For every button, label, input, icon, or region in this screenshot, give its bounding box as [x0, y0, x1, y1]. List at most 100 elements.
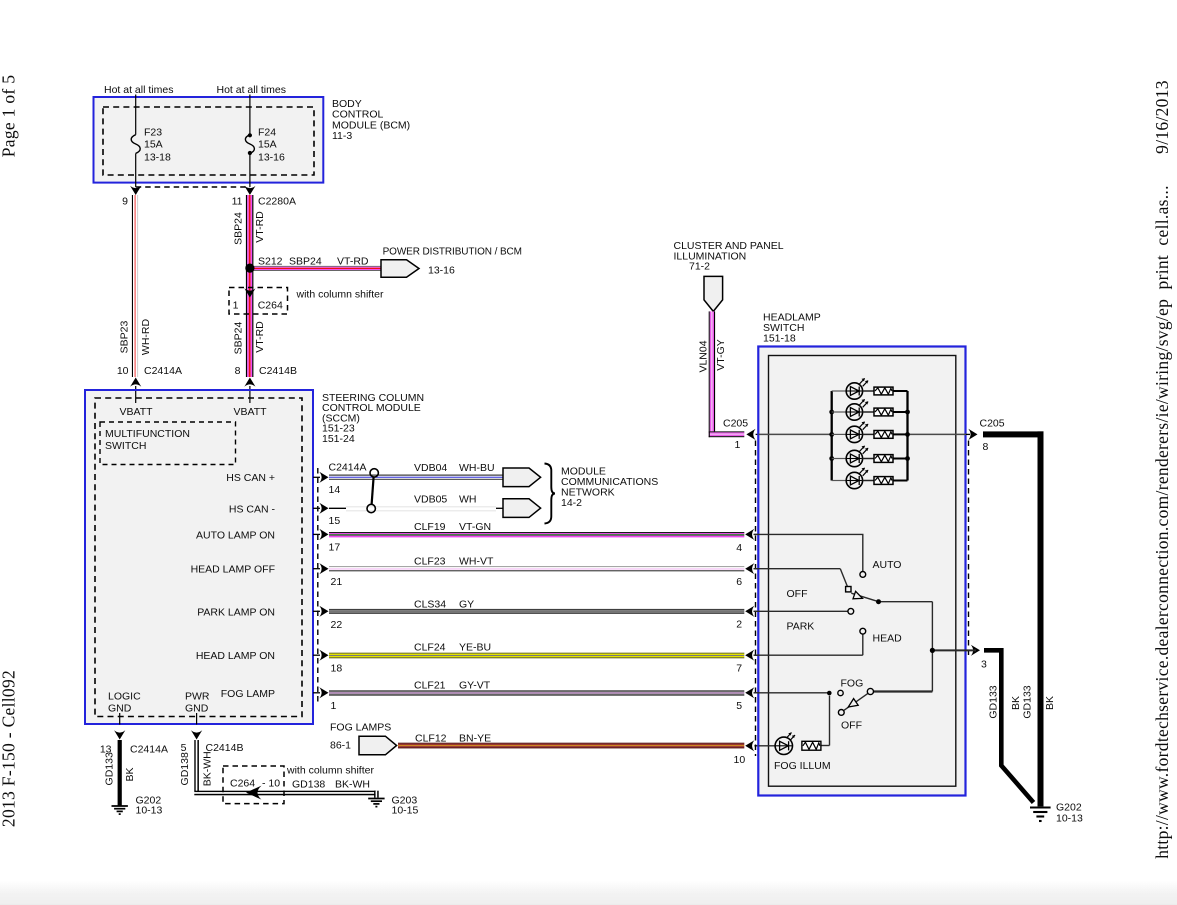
svg-text:OFF: OFF — [841, 720, 862, 732]
svg-text:C2414A: C2414A — [144, 365, 182, 377]
svg-text:PARK LAMP ON: PARK LAMP ON — [197, 606, 275, 618]
svg-text:C264: C264 — [258, 300, 283, 312]
svg-text:VT-GN: VT-GN — [459, 521, 491, 533]
svg-text:WH: WH — [459, 494, 477, 506]
svg-text:GY: GY — [459, 599, 474, 611]
svg-text:8: 8 — [983, 441, 989, 453]
svg-text:11: 11 — [232, 196, 243, 208]
svg-text:HEAD LAMP ON: HEAD LAMP ON — [196, 650, 275, 662]
svg-text:10: 10 — [117, 365, 129, 377]
svg-text:AUTO: AUTO — [873, 559, 902, 571]
svg-text:4: 4 — [736, 542, 742, 554]
svg-text:2013 F-150 - Cell092: 2013 F-150 - Cell092 — [0, 670, 19, 827]
svg-text:VBATT: VBATT — [233, 406, 267, 418]
svg-text:15: 15 — [329, 515, 341, 527]
svg-text:Page 1 of 5: Page 1 of 5 — [0, 75, 19, 158]
svg-text:9: 9 — [122, 196, 128, 208]
svg-text:LOGIC: LOGIC — [108, 691, 141, 703]
svg-text:14-2: 14-2 — [561, 497, 582, 509]
svg-text:13-18: 13-18 — [144, 152, 171, 164]
svg-text:7: 7 — [736, 663, 742, 675]
svg-text:GD138: GD138 — [292, 779, 325, 791]
svg-text:VBATT: VBATT — [119, 406, 153, 418]
svg-text:SWITCH: SWITCH — [105, 440, 146, 452]
svg-text:http://www.fordtechservice.dea: http://www.fordtechservice.dealerconnect… — [1152, 185, 1172, 859]
svg-text:Hot at all times: Hot at all times — [104, 84, 173, 96]
svg-text:F24: F24 — [258, 127, 276, 139]
svg-text:10: 10 — [734, 754, 746, 766]
svg-text:with column shifter: with column shifter — [286, 765, 374, 777]
svg-text:GD138: GD138 — [179, 752, 191, 785]
svg-text:18: 18 — [331, 663, 343, 675]
svg-text:AUTO LAMP ON: AUTO LAMP ON — [196, 529, 275, 541]
svg-text:71-2: 71-2 — [689, 261, 710, 273]
svg-text:C2414A: C2414A — [130, 744, 168, 756]
svg-text:PWR: PWR — [185, 691, 210, 703]
svg-text:151-18: 151-18 — [763, 333, 796, 345]
svg-text:86-1: 86-1 — [330, 740, 351, 752]
svg-text:VT-GY: VT-GY — [715, 339, 727, 371]
svg-text:GND: GND — [108, 703, 132, 715]
svg-text:Hot at all times: Hot at all times — [217, 84, 286, 96]
svg-text:17: 17 — [329, 542, 341, 554]
svg-text:VT-RD: VT-RD — [254, 321, 266, 353]
svg-text:POWER DISTRIBUTION / BCM: POWER DISTRIBUTION / BCM — [383, 246, 522, 257]
svg-text:WH-RD: WH-RD — [140, 319, 152, 356]
svg-text:VLN04: VLN04 — [698, 340, 710, 372]
svg-text:GY-VT: GY-VT — [459, 680, 491, 692]
svg-text:151-24: 151-24 — [322, 433, 355, 445]
svg-text:15A: 15A — [144, 139, 163, 151]
svg-text:15A: 15A — [258, 139, 277, 151]
svg-text:GD133: GD133 — [1022, 685, 1034, 718]
svg-text:CLF23: CLF23 — [414, 556, 446, 568]
svg-text:5: 5 — [736, 700, 742, 712]
svg-text:VDB05: VDB05 — [414, 494, 447, 506]
svg-text:FOG LAMPS: FOG LAMPS — [330, 722, 391, 734]
svg-text:FOG LAMP: FOG LAMP — [221, 688, 275, 700]
svg-text:C2414A: C2414A — [329, 462, 367, 474]
svg-text:BK: BK — [1044, 696, 1056, 710]
svg-text:1: 1 — [735, 439, 741, 451]
svg-text:WH-VT: WH-VT — [459, 556, 494, 568]
svg-text:with column shifter: with column shifter — [296, 288, 384, 300]
svg-text:C2414B: C2414B — [259, 365, 297, 377]
svg-text:CLS34: CLS34 — [414, 599, 446, 611]
svg-text:GD133: GD133 — [988, 685, 1000, 718]
svg-text:C2280A: C2280A — [258, 196, 296, 208]
svg-text:S212: S212 — [258, 256, 283, 268]
svg-text:FOG ILLUM: FOG ILLUM — [774, 760, 831, 772]
svg-text:BK-WH: BK-WH — [335, 779, 370, 791]
svg-text:HS CAN -: HS CAN - — [229, 503, 276, 515]
svg-text:9/16/2013: 9/16/2013 — [1152, 80, 1172, 154]
svg-text:BK: BK — [124, 767, 136, 781]
svg-text:SBP24: SBP24 — [233, 322, 245, 355]
svg-text:F23: F23 — [144, 127, 162, 139]
svg-text:21: 21 — [331, 576, 343, 588]
svg-text:1: 1 — [233, 300, 239, 312]
svg-text:10-13: 10-13 — [1056, 813, 1083, 825]
svg-text:- 10: - 10 — [262, 778, 280, 790]
svg-text:22: 22 — [331, 619, 343, 631]
svg-text:YE-BU: YE-BU — [459, 642, 491, 654]
svg-text:14: 14 — [329, 484, 341, 496]
svg-text:HEAD LAMP OFF: HEAD LAMP OFF — [191, 564, 275, 576]
svg-text:VT-RD: VT-RD — [337, 256, 369, 268]
svg-text:GD133: GD133 — [103, 752, 115, 785]
svg-text:C205: C205 — [723, 418, 748, 430]
svg-text:3: 3 — [981, 659, 987, 671]
svg-text:CLF21: CLF21 — [414, 680, 446, 692]
svg-text:GND: GND — [185, 703, 209, 715]
svg-text:10-13: 10-13 — [136, 805, 163, 817]
svg-text:CLF19: CLF19 — [414, 521, 446, 533]
svg-text:VDB04: VDB04 — [414, 462, 447, 474]
svg-text:10-15: 10-15 — [392, 805, 419, 817]
svg-text:HS CAN +: HS CAN + — [226, 472, 275, 484]
svg-text:MULTIFUNCTION: MULTIFUNCTION — [105, 428, 190, 440]
svg-text:C205: C205 — [980, 418, 1005, 430]
svg-text:13-16: 13-16 — [258, 152, 285, 164]
svg-text:CLF24: CLF24 — [414, 642, 446, 654]
svg-text:BK-WH: BK-WH — [201, 751, 213, 786]
svg-text:C264: C264 — [230, 778, 255, 790]
svg-text:SBP24: SBP24 — [289, 256, 322, 268]
svg-text:BK: BK — [1010, 696, 1022, 710]
